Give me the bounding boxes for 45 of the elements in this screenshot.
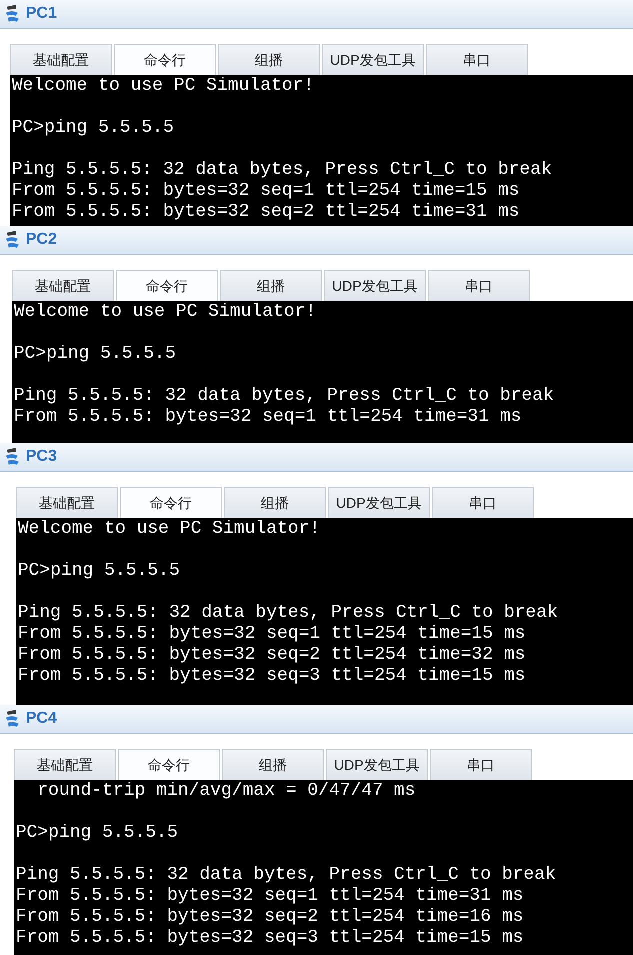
tab[interactable]: UDP发包工具 bbox=[328, 487, 430, 518]
terminal-line: Welcome to use PC Simulator! bbox=[14, 302, 316, 323]
window-title: PC1 bbox=[26, 4, 58, 24]
tab[interactable]: UDP发包工具 bbox=[326, 749, 428, 780]
tab[interactable]: 命令行 bbox=[118, 749, 220, 780]
tab[interactable]: 组播 bbox=[222, 749, 324, 780]
tab[interactable]: 组播 bbox=[218, 44, 320, 75]
terminal-line: PC>ping 5.5.5.5 bbox=[14, 344, 176, 365]
window-title: PC4 bbox=[26, 709, 58, 729]
tab[interactable]: 串口 bbox=[426, 44, 528, 75]
terminal-line: From 5.5.5.5: bytes=32 seq=3 ttl=254 time=15 ms bbox=[18, 666, 526, 687]
terminal-line: Welcome to use PC Simulator! bbox=[12, 76, 314, 97]
window-title: PC2 bbox=[26, 230, 58, 250]
terminal-line: From 5.5.5.5: bytes=32 seq=1 ttl=254 time=31 ms bbox=[14, 407, 522, 428]
terminal-line: From 5.5.5.5: bytes=32 seq=1 ttl=254 time=15 ms bbox=[12, 181, 520, 202]
terminal-line: Ping 5.5.5.5: 32 data bytes, Press Ctrl_C to break bbox=[12, 160, 552, 181]
terminal-line: From 5.5.5.5: bytes=32 seq=1 ttl=254 time=15 ms bbox=[18, 624, 526, 645]
tab[interactable]: 基础配置 bbox=[14, 749, 116, 780]
tab[interactable]: 串口 bbox=[432, 487, 534, 518]
tab[interactable]: 组播 bbox=[224, 487, 326, 518]
terminal-line: round-trip min/avg/max = 0/47/47 ms bbox=[36, 781, 416, 802]
tab[interactable]: 基础配置 bbox=[10, 44, 112, 75]
tab[interactable]: 基础配置 bbox=[16, 487, 118, 518]
tab[interactable]: UDP发包工具 bbox=[324, 270, 426, 301]
tab[interactable]: 基础配置 bbox=[12, 270, 114, 301]
terminal-line: Ping 5.5.5.5: 32 data bytes, Press Ctrl_C to break bbox=[14, 386, 554, 407]
window-title: PC3 bbox=[26, 447, 58, 467]
terminal-line: Ping 5.5.5.5: 32 data bytes, Press Ctrl_C to break bbox=[18, 603, 558, 624]
terminal-line: Welcome to use PC Simulator! bbox=[18, 519, 320, 540]
tab[interactable]: 命令行 bbox=[120, 487, 222, 518]
terminal-line: PC>ping 5.5.5.5 bbox=[12, 118, 174, 139]
tab[interactable]: 命令行 bbox=[114, 44, 216, 75]
terminal-line: PC>ping 5.5.5.5 bbox=[18, 561, 180, 582]
terminal-line: From 5.5.5.5: bytes=32 seq=1 ttl=254 time=31 ms bbox=[16, 886, 524, 907]
terminal-line: From 5.5.5.5: bytes=32 seq=2 ttl=254 time=16 ms bbox=[16, 907, 524, 928]
tab[interactable]: 串口 bbox=[428, 270, 530, 301]
tab[interactable]: 组播 bbox=[220, 270, 322, 301]
tab[interactable]: 命令行 bbox=[116, 270, 218, 301]
terminal-line: PC>ping 5.5.5.5 bbox=[16, 823, 178, 844]
tab[interactable]: UDP发包工具 bbox=[322, 44, 424, 75]
terminal-line: From 5.5.5.5: bytes=32 seq=2 ttl=254 time=31 ms bbox=[12, 202, 520, 223]
terminal-line: From 5.5.5.5: bytes=32 seq=3 ttl=254 time=15 ms bbox=[16, 928, 524, 949]
terminal-line: Ping 5.5.5.5: 32 data bytes, Press Ctrl_C to break bbox=[16, 865, 556, 886]
tab[interactable]: 串口 bbox=[430, 749, 532, 780]
terminal-line: From 5.5.5.5: bytes=32 seq=2 ttl=254 time=32 ms bbox=[18, 645, 526, 666]
